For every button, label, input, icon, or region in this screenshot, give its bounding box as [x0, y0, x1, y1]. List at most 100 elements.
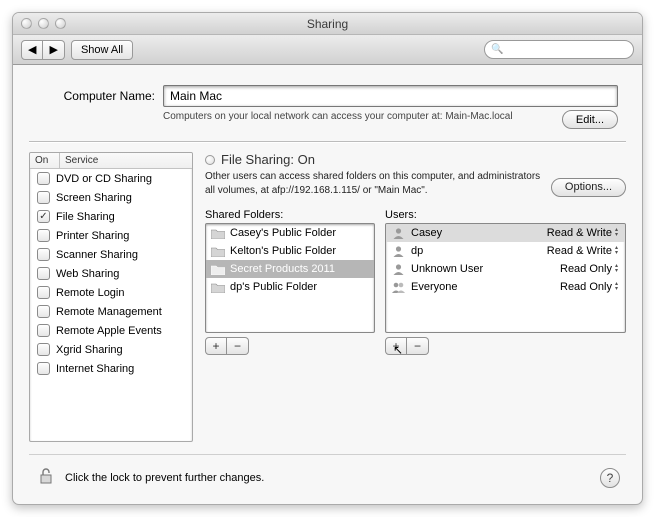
service-label: DVD or CD Sharing [56, 173, 152, 185]
shared-folders-list[interactable]: Casey's Public Folder Kelton's Public Fol… [205, 223, 375, 333]
user-name: dp [411, 245, 423, 257]
service-checkbox[interactable] [37, 172, 50, 185]
service-checkbox[interactable] [37, 191, 50, 204]
status-indicator-icon [205, 155, 215, 165]
computer-name-input[interactable] [163, 85, 618, 107]
users-list[interactable]: CaseyRead & Write▴▾dpRead & Write▴▾Unkno… [385, 223, 626, 333]
add-folder-button[interactable]: + [205, 337, 227, 355]
edit-button[interactable]: Edit... [562, 110, 618, 129]
service-label: Scanner Sharing [56, 249, 138, 261]
service-label: File Sharing [56, 211, 115, 223]
users-label: Users: [385, 209, 626, 221]
show-all-button[interactable]: Show All [71, 40, 133, 60]
stepper-icon: ▴▾ [615, 228, 618, 238]
service-checkbox[interactable] [37, 229, 50, 242]
permission-popup[interactable]: Read & Write▴▾ [547, 245, 620, 257]
service-checkbox[interactable] [37, 286, 50, 299]
user-name: Casey [411, 227, 442, 239]
titlebar: Sharing [13, 13, 642, 35]
user-name: Everyone [411, 281, 457, 293]
user-row[interactable]: Unknown User Read Only▴▾ [386, 260, 625, 278]
stepper-icon: ▴▾ [615, 246, 618, 256]
service-row[interactable]: Scanner Sharing [30, 245, 192, 264]
service-row[interactable]: Printer Sharing [30, 226, 192, 245]
service-row[interactable]: Screen Sharing [30, 188, 192, 207]
person-icon [391, 263, 406, 275]
service-row[interactable]: Remote Login [30, 283, 192, 302]
service-label: Remote Login [56, 287, 125, 299]
remove-user-button[interactable]: − [407, 337, 429, 355]
service-detail: File Sharing: On Other users can access … [205, 152, 626, 442]
user-name: Unknown User [411, 263, 483, 275]
service-row[interactable]: Remote Apple Events [30, 321, 192, 340]
services-list: On Service DVD or CD Sharing Screen Shari… [29, 152, 193, 442]
permission-label: Read & Write [547, 227, 612, 239]
folder-label: Kelton's Public Folder [230, 245, 336, 257]
person-icon [391, 245, 406, 257]
computer-name-subtext: Computers on your local network can acce… [163, 110, 554, 124]
folder-row[interactable]: Casey's Public Folder [206, 224, 374, 242]
permission-popup[interactable]: Read Only▴▾ [560, 263, 620, 275]
user-row[interactable]: Everyone Read Only▴▾ [386, 278, 625, 296]
group-icon [391, 281, 406, 293]
service-checkbox[interactable] [37, 343, 50, 356]
service-row[interactable]: Xgrid Sharing [30, 340, 192, 359]
service-checkbox[interactable] [37, 267, 50, 280]
service-label: Remote Apple Events [56, 325, 162, 337]
add-user-button[interactable]: + [385, 337, 407, 355]
service-label: Remote Management [56, 306, 162, 318]
service-row[interactable]: ✓ File Sharing [30, 207, 192, 226]
service-checkbox[interactable] [37, 362, 50, 375]
forward-icon: ▶ [49, 43, 57, 56]
user-row[interactable]: dp Read & Write▴▾ [386, 242, 625, 260]
service-checkbox[interactable] [37, 248, 50, 261]
permission-label: Read Only [560, 281, 612, 293]
stepper-icon: ▴▾ [615, 282, 618, 292]
services-header-service: Service [60, 153, 192, 168]
options-button[interactable]: Options... [551, 178, 626, 197]
file-sharing-description: Other users can access shared folders on… [205, 170, 541, 197]
services-header-on: On [30, 153, 60, 168]
person-icon [391, 227, 406, 239]
nav-segment: ◀ ▶ [21, 40, 65, 60]
folder-row[interactable]: dp's Public Folder [206, 278, 374, 296]
computer-name-label: Computer Name: [37, 89, 155, 103]
service-row[interactable]: Internet Sharing [30, 359, 192, 378]
traffic-lights [21, 18, 66, 29]
help-button[interactable]: ? [600, 468, 620, 488]
folder-row[interactable]: Kelton's Public Folder [206, 242, 374, 260]
user-row[interactable]: Casey Read & Write▴▾ [386, 224, 625, 242]
service-row[interactable]: Web Sharing [30, 264, 192, 283]
shared-folders-label: Shared Folders: [205, 209, 375, 221]
service-row[interactable]: DVD or CD Sharing [30, 169, 192, 188]
minimize-window-button[interactable] [38, 18, 49, 29]
lock-text: Click the lock to prevent further change… [65, 472, 264, 484]
remove-folder-button[interactable]: − [227, 337, 249, 355]
close-window-button[interactable] [21, 18, 32, 29]
back-button[interactable]: ◀ [21, 40, 43, 60]
search-field[interactable]: 🔍 [484, 40, 634, 59]
zoom-window-button[interactable] [55, 18, 66, 29]
service-label: Internet Sharing [56, 363, 134, 375]
service-checkbox[interactable]: ✓ [37, 210, 50, 223]
window-title: Sharing [13, 17, 642, 31]
permission-label: Read & Write [547, 245, 612, 257]
forward-button[interactable]: ▶ [43, 40, 64, 60]
search-icon: 🔍 [491, 44, 503, 55]
search-input[interactable] [507, 43, 627, 57]
stepper-icon: ▴▾ [615, 264, 618, 274]
service-row[interactable]: Remote Management [30, 302, 192, 321]
folder-row[interactable]: Secret Products 2011 [206, 260, 374, 278]
service-label: Web Sharing [56, 268, 119, 280]
lock-icon[interactable] [35, 465, 57, 490]
folder-label: Secret Products 2011 [230, 263, 335, 275]
file-sharing-title: File Sharing: On [221, 152, 315, 167]
folder-label: Casey's Public Folder [230, 227, 336, 239]
service-label: Screen Sharing [56, 192, 132, 204]
permission-popup[interactable]: Read Only▴▾ [560, 281, 620, 293]
content: Computer Name: Computers on your local n… [13, 65, 642, 504]
service-checkbox[interactable] [37, 305, 50, 318]
preferences-window: Sharing ◀ ▶ Show All 🔍 Computer Name: Co… [12, 12, 643, 505]
service-checkbox[interactable] [37, 324, 50, 337]
permission-popup[interactable]: Read & Write▴▾ [547, 227, 620, 239]
